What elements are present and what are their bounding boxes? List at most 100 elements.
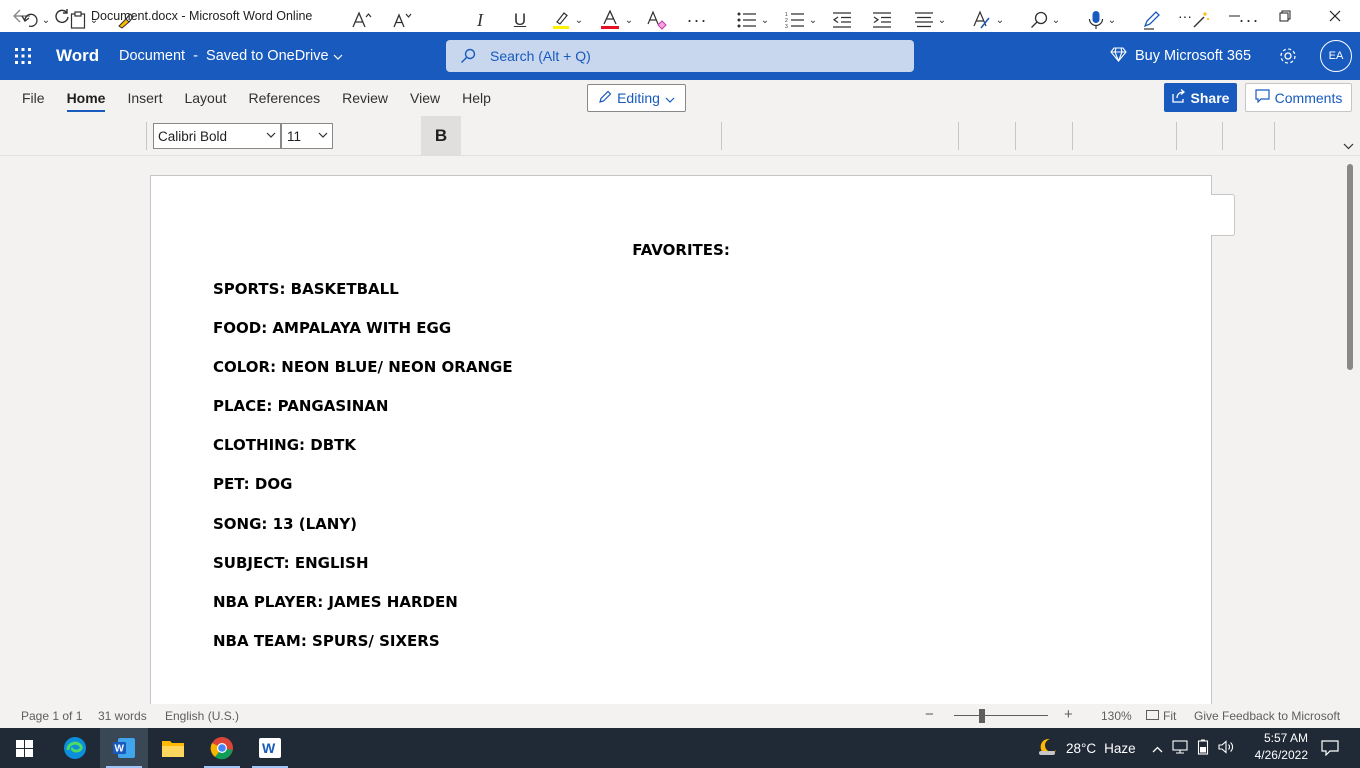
tab-help[interactable]: Help: [451, 80, 502, 116]
chevron-up-icon[interactable]: [1152, 741, 1163, 756]
bold-button[interactable]: B: [421, 116, 461, 156]
zoom-slider-thumb[interactable]: [979, 709, 985, 723]
zoom-in-icon[interactable]: +: [1064, 706, 1073, 723]
tab-references[interactable]: References: [238, 80, 332, 116]
document-name-button[interactable]: Document - Saved to OneDrive: [119, 48, 343, 64]
document-status: Document - Saved to OneDrive: [119, 48, 329, 64]
vertical-scrollbar[interactable]: [1344, 161, 1360, 701]
highlight-color-button[interactable]: ⌄: [546, 6, 588, 34]
font-name-dropdown[interactable]: Calibri Bold: [153, 123, 281, 149]
more-options-icon[interactable]: ···: [1236, 6, 1262, 34]
increase-indent-icon: [873, 12, 891, 28]
ribbon-divider: [958, 122, 959, 150]
decrease-indent-button[interactable]: [828, 6, 856, 34]
tab-layout[interactable]: Layout: [173, 80, 237, 116]
chevron-down-icon: [318, 129, 328, 141]
volume-icon[interactable]: [1218, 739, 1234, 757]
document-line: NBA TEAM: SPURS/ SIXERS: [213, 632, 440, 650]
zoom-out-icon[interactable]: −: [925, 706, 934, 723]
search-icon: [1030, 11, 1047, 28]
shrink-font-button[interactable]: [384, 6, 420, 34]
ribbon-divider: [1015, 122, 1016, 150]
language[interactable]: English (U.S.): [165, 709, 239, 723]
search-input[interactable]: Search (Alt + Q): [446, 40, 914, 72]
align-button[interactable]: ⌄: [910, 6, 950, 34]
restore-icon[interactable]: [1260, 0, 1310, 32]
avatar[interactable]: EA: [1320, 40, 1352, 72]
collapse-ribbon-chevron-icon[interactable]: [1340, 138, 1356, 154]
page-count[interactable]: Page 1 of 1: [21, 709, 82, 723]
share-button[interactable]: Share: [1164, 83, 1237, 112]
windows-start-icon[interactable]: [0, 728, 48, 768]
increase-indent-button[interactable]: [868, 6, 896, 34]
microphone-icon: [1088, 11, 1103, 29]
page-side-tab[interactable]: [1211, 194, 1235, 236]
grow-font-button[interactable]: [344, 6, 380, 34]
editing-label: Editing: [617, 90, 660, 106]
document-page[interactable]: FAVORITES: SPORTS: BASKETBALL FOOD: AMPA…: [150, 175, 1212, 704]
zoom-slider-track[interactable]: [954, 715, 1048, 716]
document-line: PLACE: PANGASINAN: [213, 397, 389, 415]
fit-icon: [1146, 710, 1159, 724]
undo-icon: [21, 13, 38, 27]
word-app-icon[interactable]: W: [246, 728, 294, 768]
file-explorer-icon[interactable]: [149, 728, 197, 768]
give-feedback-link[interactable]: Give Feedback to Microsoft: [1194, 709, 1340, 723]
ribbon-divider: [146, 122, 147, 150]
weather-widget[interactable]: 28°C Haze: [1036, 728, 1136, 768]
undo-button[interactable]: ⌄: [16, 6, 54, 34]
editing-mode-button[interactable]: Editing: [587, 84, 686, 112]
edge-browser-icon[interactable]: [51, 728, 99, 768]
dictate-button[interactable]: ⌄: [1082, 6, 1122, 34]
numbering-button[interactable]: 123 ⌄: [780, 6, 822, 34]
underline-button[interactable]: U: [504, 6, 536, 34]
tab-review[interactable]: Review: [331, 80, 399, 116]
document-canvas: FAVORITES: SPORTS: BASKETBALL FOOD: AMPA…: [0, 157, 1360, 704]
buy-label: Buy Microsoft 365: [1135, 48, 1252, 64]
zoom-level[interactable]: 130%: [1101, 709, 1132, 723]
decrease-indent-icon: [832, 12, 851, 28]
clock-date: 4/26/2022: [1254, 748, 1308, 762]
numbered-list-icon: 123: [785, 12, 804, 29]
settings-gear-icon[interactable]: [1274, 32, 1302, 80]
notifications-icon[interactable]: [1306, 728, 1354, 768]
clear-formatting-button[interactable]: [644, 6, 670, 34]
comments-button[interactable]: Comments: [1245, 83, 1352, 112]
find-button[interactable]: ⌄: [1025, 6, 1065, 34]
fit-button[interactable]: Fit: [1163, 709, 1176, 723]
battery-icon[interactable]: [1197, 739, 1209, 758]
word-taskbar-icon[interactable]: W: [100, 728, 148, 768]
share-icon: [1171, 89, 1186, 106]
magic-wand-icon: [1193, 12, 1209, 28]
search-icon: [446, 48, 490, 64]
network-icon[interactable]: [1172, 739, 1188, 757]
designer-button[interactable]: [1188, 6, 1214, 34]
editor-button[interactable]: [1138, 6, 1166, 34]
bullets-button[interactable]: ⌄: [732, 6, 774, 34]
buy-microsoft-365-button[interactable]: Buy Microsoft 365: [1110, 32, 1251, 80]
italic-button[interactable]: I: [464, 6, 496, 34]
tab-insert[interactable]: Insert: [116, 80, 173, 116]
app-launcher-icon[interactable]: [0, 32, 46, 80]
scrollbar-thumb[interactable]: [1347, 164, 1353, 370]
chrome-browser-icon[interactable]: [198, 728, 246, 768]
word-count[interactable]: 31 words: [98, 709, 147, 723]
styles-button[interactable]: ⌄: [968, 6, 1008, 34]
styles-icon: [973, 10, 990, 29]
font-color-button[interactable]: ⌄: [596, 6, 636, 34]
comment-icon: [1255, 89, 1270, 106]
tab-file[interactable]: File: [11, 80, 56, 116]
tab-home[interactable]: Home: [56, 80, 117, 116]
document-line: SUBJECT: ENGLISH: [213, 554, 369, 572]
more-font-options-icon[interactable]: ···: [684, 6, 710, 34]
font-size-dropdown[interactable]: 11: [281, 123, 333, 149]
document-line: FOOD: AMPALAYA WITH EGG: [213, 319, 452, 337]
system-clock[interactable]: 5:57 AM 4/26/2022: [1240, 730, 1308, 764]
format-painter-button[interactable]: [112, 6, 138, 34]
status-bar: Page 1 of 1 31 words English (U.S.) − + …: [0, 704, 1360, 728]
close-icon[interactable]: [1310, 0, 1360, 32]
tab-view[interactable]: View: [399, 80, 451, 116]
paste-button[interactable]: ⌄: [64, 6, 104, 34]
app-name[interactable]: Word: [56, 46, 119, 66]
moon-icon: [1036, 737, 1058, 760]
